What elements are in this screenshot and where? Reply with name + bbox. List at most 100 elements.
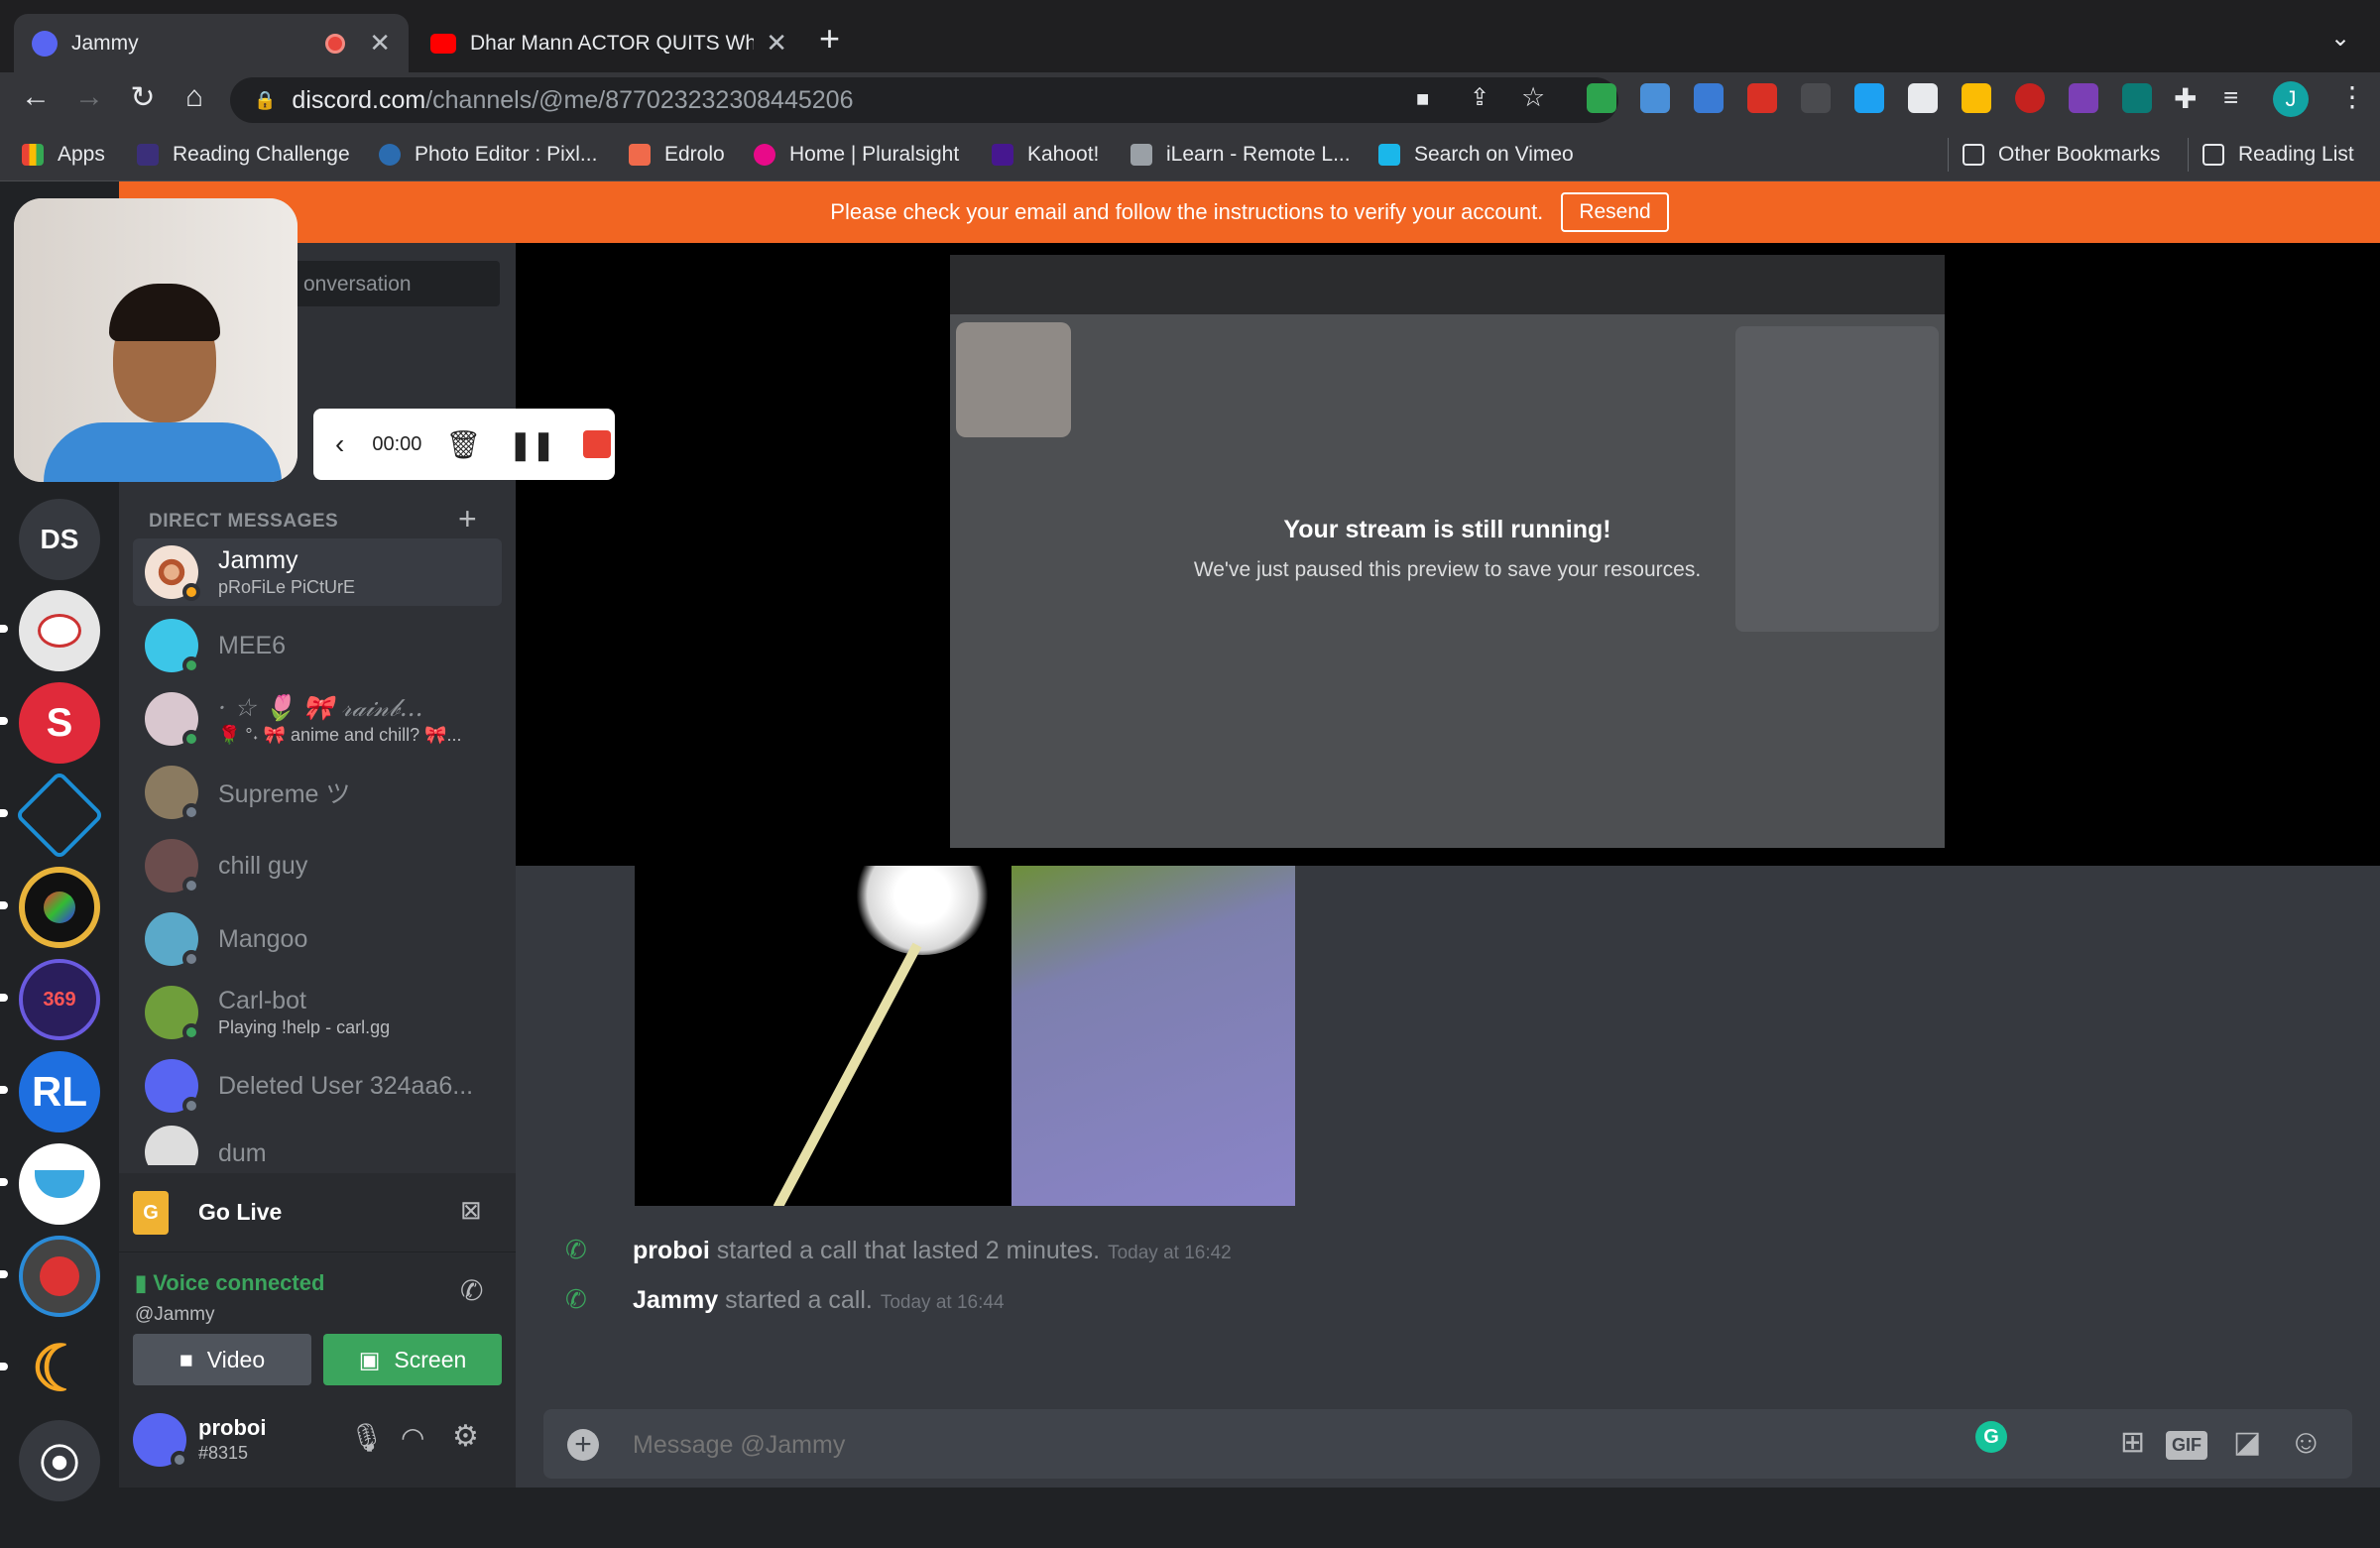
server-rl[interactable]: RL	[19, 1051, 100, 1132]
extension-record-icon[interactable]	[1747, 83, 1777, 113]
server-369[interactable]: 369	[19, 959, 100, 1040]
screen-share-button[interactable]: ▣ Screen	[323, 1334, 502, 1385]
settings-gear-icon[interactable]: ⚙	[452, 1419, 479, 1454]
unread-pip	[0, 1270, 8, 1278]
bookmark-edrolo[interactable]: Edrolo	[629, 138, 725, 172]
dm-item-jammy[interactable]: Jammy pRoFiLe PiCtUrE	[133, 538, 502, 606]
extensions-puzzle-icon[interactable]: ✚	[2174, 82, 2197, 115]
address-bar[interactable]: 🔒 discord.com/channels/@me/8770232323084…	[230, 77, 1618, 123]
username: proboi	[198, 1415, 267, 1440]
server-ds[interactable]: DS	[19, 499, 100, 580]
dm-item-supreme[interactable]: Supreme ツ	[133, 759, 502, 826]
grammarly-icon[interactable]: G	[1975, 1421, 2007, 1453]
bookmark-label: Edrolo	[664, 143, 725, 166]
close-tab-icon[interactable]: ✕	[369, 28, 391, 59]
close-tab-icon[interactable]: ✕	[766, 28, 787, 59]
extension-shield-icon[interactable]	[2015, 83, 2045, 113]
extension-dark-icon[interactable]	[1801, 83, 1831, 113]
server-bath[interactable]	[19, 1143, 100, 1225]
extension-grid-icon[interactable]	[1640, 83, 1670, 113]
tab-dhar-mann[interactable]: Dhar Mann ACTOR QUITS Whil ✕	[413, 14, 805, 72]
extension-image-icon[interactable]	[1908, 83, 1938, 113]
dm-item-dum[interactable]: dum	[133, 1126, 502, 1165]
microphone-icon[interactable]: 🎙	[349, 1421, 385, 1454]
home-icon[interactable]: ⌂	[175, 80, 214, 114]
go-live-screen-icon[interactable]: ⊠	[460, 1195, 482, 1226]
voice-connection-panel: ▮ Voice connected @Jammy ✆ ■ Video ▣ Scree…	[119, 1252, 516, 1391]
extension-screen-icon[interactable]	[1694, 83, 1724, 113]
back-arrow-icon[interactable]: ←	[16, 80, 56, 114]
sticker-icon[interactable]: ◪	[2233, 1425, 2261, 1460]
bookmark-label: Reading List	[2238, 143, 2354, 166]
bookmark-photo-editor[interactable]: Photo Editor : Pixl...	[379, 138, 597, 172]
message-input[interactable]	[633, 1423, 1922, 1467]
bookmark-vimeo[interactable]: Search on Vimeo	[1378, 138, 1574, 172]
collapse-chevron-icon[interactable]: ‹	[335, 428, 344, 460]
message-author[interactable]: Jammy	[633, 1286, 718, 1315]
gif-button[interactable]: GIF	[2166, 1431, 2207, 1460]
forward-arrow-icon[interactable]: →	[69, 80, 109, 114]
share-icon[interactable]: ⇪	[1470, 83, 1489, 112]
gift-icon[interactable]: ⊞	[2120, 1425, 2145, 1460]
emoji-icon[interactable]: ☺	[2289, 1423, 2323, 1462]
pause-icon[interactable]: ❚❚	[509, 428, 555, 461]
server-red-art[interactable]	[19, 1236, 100, 1317]
dm-item-chill-guy[interactable]: chill guy	[133, 832, 502, 899]
discord-app: Please check your email and follow the i…	[0, 181, 2380, 1548]
message-author[interactable]: proboi	[633, 1237, 710, 1265]
dm-item-rainbow[interactable]: · ☆ 🌷 🎀 𝓇𝒶𝒾𝓃𝒷... 🌹 °˖ 🎀 anime and chill? …	[133, 685, 502, 753]
extension-wave-icon[interactable]	[2122, 83, 2152, 113]
new-tab-button[interactable]: +	[819, 18, 840, 60]
server-rainbow-logo[interactable]	[19, 867, 100, 948]
server-cat-avatar[interactable]	[19, 590, 100, 671]
other-bookmarks[interactable]: Other Bookmarks	[1948, 138, 2160, 172]
disconnect-call-icon[interactable]: ✆	[460, 1274, 483, 1307]
extension-pen-icon[interactable]	[1854, 83, 1884, 113]
delete-trash-icon[interactable]: 🗑	[445, 428, 481, 461]
stop-recording-icon[interactable]	[582, 430, 611, 458]
call-message: ✆ proboi started a call that lasted 2 mi…	[565, 1235, 1232, 1265]
browser-menu-icon[interactable]: ⋮	[2338, 80, 2366, 113]
bookmark-label: Search on Vimeo	[1414, 143, 1574, 166]
bookmark-kahoot[interactable]: Kahoot!	[992, 138, 1099, 172]
bookmark-star-icon[interactable]: ☆	[1521, 82, 1545, 113]
create-dm-plus-icon[interactable]: +	[458, 501, 477, 537]
bookmark-apps[interactable]: Apps	[22, 138, 105, 172]
dm-item-mee6[interactable]: MEE6	[133, 612, 502, 679]
tab-jammy[interactable]: Jammy ✕	[14, 14, 409, 72]
dm-item-mangoo[interactable]: Mangoo	[133, 905, 502, 973]
user-avatar[interactable]	[133, 1413, 188, 1469]
bookmark-pluralsight[interactable]: Home | Pluralsight	[754, 138, 959, 172]
video-button[interactable]: ■ Video	[133, 1334, 311, 1385]
server-location[interactable]: ⦿	[19, 1420, 100, 1501]
server-diamond[interactable]	[14, 770, 105, 861]
media-queue-icon[interactable]: ≡	[2223, 82, 2238, 113]
profile-avatar[interactable]: J	[2273, 81, 2309, 117]
avatar	[145, 545, 200, 601]
attach-plus-icon[interactable]: +	[567, 1429, 599, 1461]
headphones-icon[interactable]: ◠	[401, 1421, 424, 1454]
chat-scrollbar[interactable]	[2364, 1500, 2374, 1548]
dandelion-image-attachment[interactable]	[635, 866, 1295, 1206]
phone-icon: ✆	[565, 1284, 587, 1314]
tab-search-chevron-icon[interactable]: ⌄	[2330, 24, 2350, 53]
bookmark-reading-challenge[interactable]: Reading Challenge	[137, 138, 350, 172]
reload-icon[interactable]: ↻	[123, 80, 163, 115]
dm-item-carl-bot[interactable]: Carl-bot Playing !help - carl.gg	[133, 979, 502, 1046]
edrolo-icon	[629, 144, 651, 166]
server-s-logo[interactable]: S	[19, 682, 100, 764]
bookmark-ilearn[interactable]: iLearn - Remote L...	[1130, 138, 1351, 172]
avatar	[145, 912, 200, 968]
recording-indicator-icon	[325, 33, 346, 54]
extension-cube-icon[interactable]	[2069, 83, 2098, 113]
camera-icon[interactable]: ■	[1416, 86, 1429, 112]
resend-button[interactable]: Resend	[1561, 192, 1669, 232]
reading-list[interactable]: Reading List	[2188, 138, 2354, 172]
extension-dollar-icon[interactable]	[1587, 83, 1616, 113]
google-drive-icon[interactable]	[1962, 83, 1991, 113]
server-moon[interactable]: ☾	[19, 1328, 100, 1409]
webcam-bubble[interactable]	[14, 198, 298, 482]
message-composer: + G ⊞ GIF ◪ ☺	[543, 1409, 2352, 1479]
dm-item-deleted-user[interactable]: Deleted User 324aa6...	[133, 1052, 502, 1120]
apps-grid-icon	[22, 144, 44, 166]
